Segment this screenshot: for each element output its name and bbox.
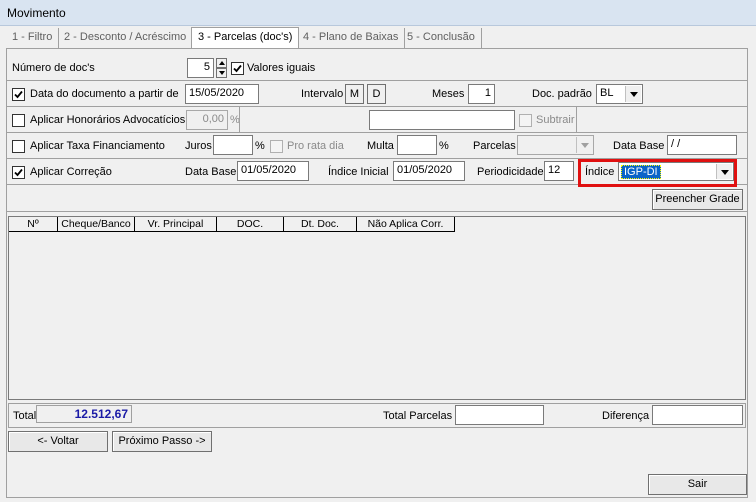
honorarios-text-input[interactable]	[369, 110, 515, 130]
data-base-corr-label: Data Base	[185, 166, 237, 178]
juros-label: Juros	[185, 140, 212, 152]
intervalo-m-button[interactable]: M	[345, 84, 364, 104]
chevron-down-icon[interactable]	[625, 86, 641, 102]
num-docs-spinner[interactable]	[216, 58, 227, 78]
check-icon	[233, 64, 242, 73]
juros-input[interactable]	[213, 135, 253, 155]
doc-padrao-value: BL	[600, 87, 614, 99]
column-header-doc[interactable]: DOC.	[217, 217, 284, 232]
doc-padrao-select[interactable]: BL	[596, 84, 643, 104]
cell-divider	[239, 106, 240, 132]
highlight-indice-box	[578, 159, 737, 187]
tab-conclusao[interactable]: 5 - Conclusão	[401, 28, 482, 48]
correcao-checkbox[interactable]	[12, 166, 25, 179]
meses-label: Meses	[432, 88, 465, 100]
total-value: 12.512,67	[36, 405, 132, 423]
meses-input[interactable]: 1	[468, 84, 495, 104]
column-header-vr-principal[interactable]: Vr. Principal	[135, 217, 217, 232]
tab-plano-de-baixas[interactable]: 4 - Plano de Baixas	[297, 28, 406, 48]
intervalo-d-button[interactable]: D	[367, 84, 386, 104]
pro-rata-checkbox[interactable]	[270, 140, 283, 153]
num-docs-input[interactable]: 5	[187, 58, 214, 78]
title-bar	[0, 0, 756, 26]
taxa-financiamento-label: Aplicar Taxa Financiamento	[30, 140, 165, 152]
data-doc-label: Data do documento a partir de	[30, 88, 179, 100]
honorarios-checkbox[interactable]	[12, 114, 25, 127]
window-title: Movimento	[7, 6, 66, 20]
row-divider	[7, 80, 747, 81]
indice-inicial-input[interactable]: 01/05/2020	[393, 161, 465, 181]
num-docs-label: Número de doc's	[12, 62, 95, 74]
diferenca-label: Diferença	[602, 410, 650, 422]
parcelas-select[interactable]	[517, 135, 594, 155]
honorarios-label: Aplicar Honorários Advocatícios	[30, 114, 186, 126]
indice-inicial-label: Índice Inicial	[328, 166, 389, 178]
subtrair-checkbox[interactable]	[519, 114, 532, 127]
preencher-grade-button[interactable]: Preencher Grade	[652, 189, 743, 210]
subtrair-label: Subtrair	[536, 114, 575, 126]
data-base-taxa-label: Data Base	[613, 140, 665, 152]
data-base-taxa-input[interactable]: / /	[667, 135, 737, 155]
voltar-button[interactable]: <- Voltar	[8, 431, 108, 452]
periodicidade-input[interactable]: 12	[544, 161, 574, 181]
proximo-passo-button[interactable]: Próximo Passo ->	[112, 431, 212, 452]
data-doc-checkbox[interactable]	[12, 88, 25, 101]
chevron-down-icon[interactable]	[576, 137, 592, 153]
spin-down-icon[interactable]	[216, 68, 227, 78]
check-icon	[14, 168, 23, 177]
taxa-financiamento-checkbox[interactable]	[12, 140, 25, 153]
tab-filtro[interactable]: 1 - Filtro	[6, 28, 60, 48]
multa-percent-symbol: %	[439, 140, 449, 152]
intervalo-label: Intervalo	[301, 88, 344, 100]
grid-header: Nº Cheque/Banco Vr. Principal DOC. Dt. D…	[9, 217, 455, 232]
column-header-dt-doc[interactable]: Dt. Doc.	[284, 217, 357, 232]
valores-iguais-checkbox[interactable]	[231, 62, 244, 75]
parcelas-grid[interactable]: Nº Cheque/Banco Vr. Principal DOC. Dt. D…	[8, 216, 746, 400]
check-icon	[14, 90, 23, 99]
parcelas-label: Parcelas	[473, 140, 516, 152]
total-label: Total	[13, 410, 37, 422]
diferenca-input[interactable]	[652, 405, 743, 425]
column-header-numero[interactable]: Nº	[9, 217, 58, 232]
row-divider	[7, 106, 747, 107]
honorarios-percent-input[interactable]: 0,00	[186, 110, 228, 130]
spin-up-icon[interactable]	[216, 58, 227, 68]
cell-divider	[576, 106, 577, 132]
row-divider	[7, 132, 747, 133]
valores-iguais-label: Valores iguais	[247, 62, 316, 74]
tab-desconto-acrescimo[interactable]: 2 - Desconto / Acréscimo	[58, 28, 194, 48]
data-doc-input[interactable]: 15/05/2020	[185, 84, 259, 104]
periodicidade-label: Periodicidade	[477, 166, 544, 178]
sair-button[interactable]: Sair	[648, 474, 747, 495]
tab-parcelas[interactable]: 3 - Parcelas (doc's)	[191, 27, 300, 49]
doc-padrao-label: Doc. padrão	[532, 88, 592, 100]
juros-percent-symbol: %	[255, 140, 265, 152]
column-header-cheque-banco[interactable]: Cheque/Banco	[58, 217, 135, 232]
pro-rata-label: Pro rata dia	[287, 140, 344, 152]
column-header-nao-aplica-corr[interactable]: Não Aplica Corr.	[357, 217, 455, 232]
correcao-label: Aplicar Correção	[30, 166, 112, 178]
total-parcelas-label: Total Parcelas	[383, 410, 453, 422]
data-base-corr-input[interactable]: 01/05/2020	[237, 161, 309, 181]
multa-input[interactable]	[397, 135, 437, 155]
total-parcelas-input[interactable]	[455, 405, 544, 425]
multa-label: Multa	[367, 140, 394, 152]
row-divider	[7, 211, 747, 212]
